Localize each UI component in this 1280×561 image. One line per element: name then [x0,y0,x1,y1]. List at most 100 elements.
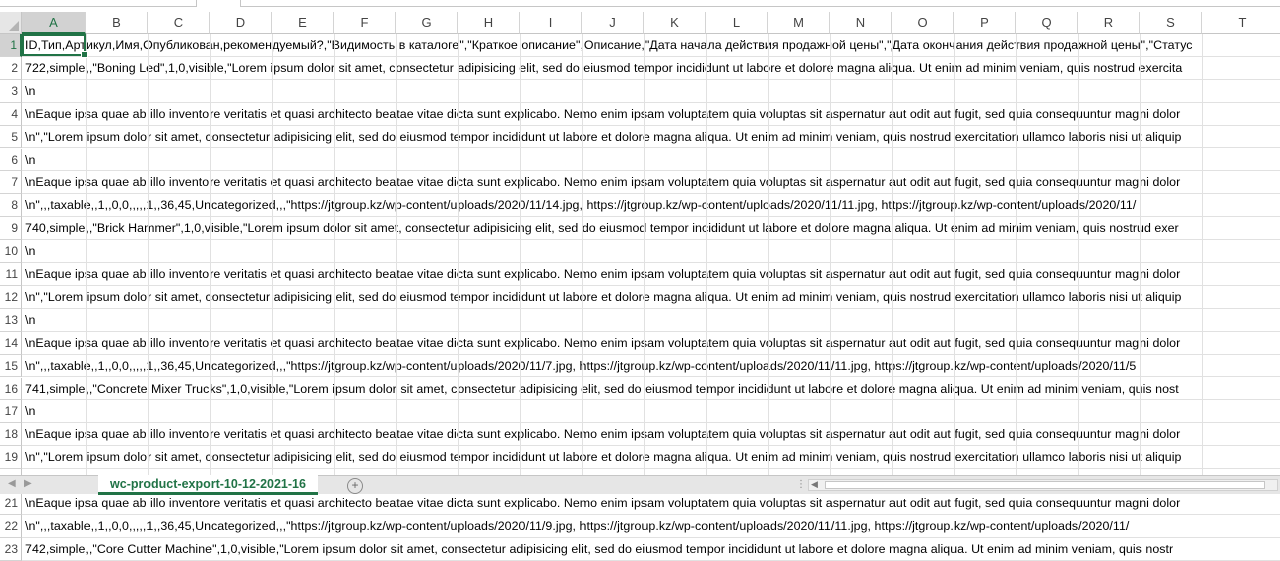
column-header-o[interactable]: O [892,12,954,34]
cell-a21[interactable]: \nEaque ipsa quae ab illo inventore veri… [22,492,1280,514]
column-header-r[interactable]: R [1078,12,1140,34]
table-row[interactable]: \nEaque ipsa quae ab illo inventore veri… [22,332,1280,355]
column-header-b[interactable]: B [86,12,148,34]
cell-a13[interactable]: \n [22,309,1280,331]
row-header-3[interactable]: 3 [0,79,22,103]
cell-a23[interactable]: 742,simple,,"Core Cutter Machine",1,0,vi… [22,538,1280,560]
table-row[interactable]: \n",,,taxable,,1,,0,0,,,,,1,,36,45,Uncat… [22,515,1280,538]
table-row[interactable]: ID,Тип,Артикул,Имя,Опубликован,рекоменду… [22,34,1280,57]
row-header-2[interactable]: 2 [0,56,22,80]
cell-a10[interactable]: \n [22,240,1280,262]
column-header-i[interactable]: I [520,12,582,34]
table-row[interactable]: 742,simple,,"Core Cutter Machine",1,0,vi… [22,538,1280,561]
cell-a8[interactable]: \n",,,taxable,,1,,0,0,,,,,1,,36,45,Uncat… [22,194,1280,216]
column-header-e[interactable]: E [272,12,334,34]
row-header-11[interactable]: 11 [0,263,22,286]
cell-a12[interactable]: \n","Lorem ipsum dolor sit amet, consect… [22,286,1280,308]
row-header-18[interactable]: 18 [0,423,22,447]
table-row[interactable]: \n [22,149,1280,172]
column-header-c[interactable]: C [148,12,210,34]
row-header-13[interactable]: 13 [0,308,22,332]
cell-a3[interactable]: \n [22,80,1280,102]
formula-bar[interactable] [240,0,1280,7]
top-toolbar-strip [0,0,1280,8]
column-header-bar: ABCDEFGHIJKLMNOPQRST [0,12,1280,34]
table-row[interactable]: 722,simple,,"Boning Led",1,0,visible,"Lo… [22,57,1280,80]
next-sheet-icon[interactable]: ▶ [24,478,32,489]
name-box[interactable] [0,0,197,7]
cell-a9[interactable]: 740,simple,,"Brick Hammer",1,0,visible,"… [22,217,1280,239]
column-header-g[interactable]: G [396,12,458,34]
column-header-l[interactable]: L [706,12,768,34]
column-header-q[interactable]: Q [1016,12,1078,34]
column-header-f[interactable]: F [334,12,396,34]
row-header-8[interactable]: 8 [0,194,22,218]
table-row[interactable]: \n",,,taxable,,1,,0,0,,,,,1,,36,45,Uncat… [22,355,1280,378]
table-row[interactable]: 741,simple,,"Concrete Mixer Trucks",1,0,… [22,378,1280,401]
row-header-14[interactable]: 14 [0,331,22,355]
row-header-7[interactable]: 7 [0,171,22,195]
table-row[interactable]: 740,simple,,"Brick Hammer",1,0,visible,"… [22,217,1280,241]
cell-a14[interactable]: \nEaque ipsa quae ab illo inventore veri… [22,332,1280,354]
row-header-6[interactable]: 6 [0,148,22,172]
row-header-9[interactable]: 9 [0,217,22,241]
cell-a22[interactable]: \n",,,taxable,,1,,0,0,,,,,1,,36,45,Uncat… [22,515,1280,537]
row-header-5[interactable]: 5 [0,125,22,149]
cell-a15[interactable]: \n",,,taxable,,1,,0,0,,,,,1,,36,45,Uncat… [22,355,1280,377]
row-header-22[interactable]: 22 [0,514,22,538]
table-row[interactable]: \n",,,taxable,,1,,0,0,,,,,1,,36,45,Uncat… [22,194,1280,218]
cell-a6[interactable]: \n [22,149,1280,171]
row-header-16[interactable]: 16 [0,377,22,401]
cell-a18[interactable]: \nEaque ipsa quae ab illo inventore veri… [22,423,1280,445]
cell-a5[interactable]: \n","Lorem ipsum dolor sit amet, consect… [22,126,1280,148]
table-row[interactable]: \nEaque ipsa quae ab illo inventore veri… [22,171,1280,195]
tab-split-handle[interactable]: ⋮ [796,479,806,490]
row-header-15[interactable]: 15 [0,354,22,378]
cell-a1[interactable]: ID,Тип,Артикул,Имя,Опубликован,рекоменду… [22,34,1280,56]
cell-a16[interactable]: 741,simple,,"Concrete Mixer Trucks",1,0,… [22,378,1280,400]
select-all-corner[interactable] [0,12,22,34]
scroll-left-icon[interactable]: ◀ [811,479,818,490]
cell-a4[interactable]: \nEaque ipsa quae ab illo inventore veri… [22,103,1280,125]
column-header-d[interactable]: D [210,12,272,34]
table-row[interactable]: \n [22,400,1280,424]
row-header-17[interactable]: 17 [0,400,22,424]
table-row[interactable]: \n","Lorem ipsum dolor sit amet, consect… [22,126,1280,149]
table-row[interactable]: \n [22,309,1280,332]
row-header-10[interactable]: 10 [0,240,22,263]
sheet-tab-active[interactable]: wc-product-export-10-12-2021-16 [98,475,318,495]
column-header-h[interactable]: H [458,12,520,34]
row-header-19[interactable]: 19 [0,446,22,470]
table-row[interactable]: \nEaque ipsa quae ab illo inventore veri… [22,103,1280,126]
column-header-t[interactable]: T [1202,12,1280,34]
column-header-p[interactable]: P [954,12,1016,34]
cell-a7[interactable]: \nEaque ipsa quae ab illo inventore veri… [22,171,1280,193]
column-header-a[interactable]: A [22,12,86,34]
table-row[interactable]: \nEaque ipsa quae ab illo inventore veri… [22,263,1280,286]
row-header-4[interactable]: 4 [0,102,22,126]
sheet-tab-bar: ◀ ▶ wc-product-export-10-12-2021-16 + ⋮ … [0,475,1280,495]
row-header-1[interactable]: 1 [0,34,22,57]
table-row[interactable]: \n","Lorem ipsum dolor sit amet, consect… [22,286,1280,309]
table-row[interactable]: \nEaque ipsa quae ab illo inventore veri… [22,492,1280,515]
column-header-j[interactable]: J [582,12,644,34]
column-header-k[interactable]: K [644,12,706,34]
cell-a2[interactable]: 722,simple,,"Boning Led",1,0,visible,"Lo… [22,57,1280,79]
table-row[interactable]: \n [22,240,1280,263]
horizontal-scrollbar[interactable]: ◀ [808,479,1278,491]
cell-a11[interactable]: \nEaque ipsa quae ab illo inventore veri… [22,263,1280,285]
prev-sheet-icon[interactable]: ◀ [8,478,16,489]
add-sheet-icon[interactable]: + [347,478,363,494]
column-header-m[interactable]: M [768,12,830,34]
column-header-n[interactable]: N [830,12,892,34]
scrollbar-thumb[interactable] [825,481,1265,489]
row-header-23[interactable]: 23 [0,537,22,561]
table-row[interactable]: \n","Lorem ipsum dolor sit amet, consect… [22,446,1280,470]
column-header-s[interactable]: S [1140,12,1202,34]
table-row[interactable]: \n [22,80,1280,103]
table-row[interactable]: \nEaque ipsa quae ab illo inventore veri… [22,423,1280,447]
row-header-21[interactable]: 21 [0,492,22,515]
cell-a17[interactable]: \n [22,400,1280,422]
row-header-12[interactable]: 12 [0,285,22,309]
cell-a19[interactable]: \n","Lorem ipsum dolor sit amet, consect… [22,446,1280,468]
